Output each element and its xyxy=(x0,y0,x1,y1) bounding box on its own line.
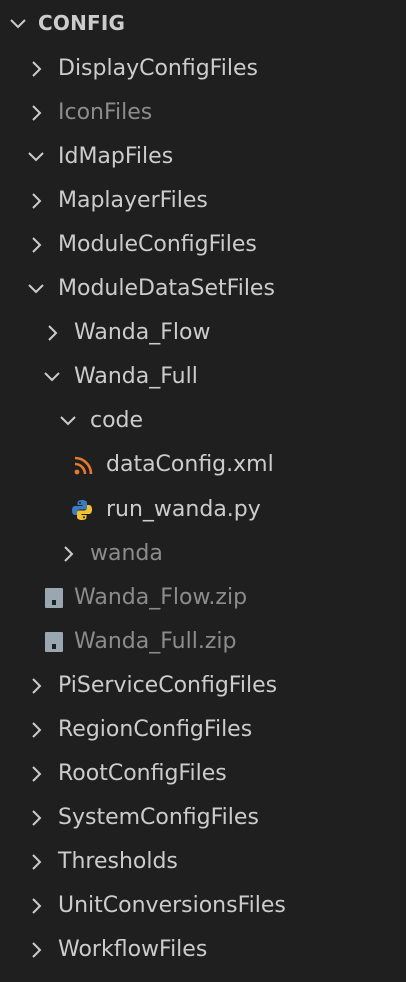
tree-item-label: UnitConversionsFiles xyxy=(58,893,286,918)
tree-item-label: ModuleConfigFiles xyxy=(58,232,257,257)
tree-item-idmapfiles[interactable]: IdMapFiles xyxy=(0,135,406,179)
python-icon xyxy=(70,498,94,522)
tree-item-label: RegionConfigFiles xyxy=(58,717,253,742)
tree-item-systemconfigfiles[interactable]: SystemConfigFiles xyxy=(0,796,406,840)
tree-item-rootconfigfiles[interactable]: RootConfigFiles xyxy=(0,752,406,796)
tree-item-wanda[interactable]: wanda xyxy=(0,532,406,576)
tree-item-wanda-flow-zip[interactable]: Wanda_Flow.zip xyxy=(0,576,406,620)
tree-item-label: RootConfigFiles xyxy=(58,761,227,786)
tree-item-label: Wanda_Flow.zip xyxy=(74,585,248,610)
tree-item-regionconfigfiles[interactable]: RegionConfigFiles xyxy=(0,708,406,752)
tree-item-moduleconfigfiles[interactable]: ModuleConfigFiles xyxy=(0,223,406,267)
zip-archive-icon xyxy=(42,586,66,610)
chevron-down-icon[interactable] xyxy=(56,409,80,433)
chevron-right-icon[interactable] xyxy=(24,850,48,874)
tree-item-label: DisplayConfigFiles xyxy=(58,56,258,81)
chevron-right-icon[interactable] xyxy=(24,674,48,698)
chevron-right-icon[interactable] xyxy=(24,762,48,786)
chevron-right-icon[interactable] xyxy=(24,806,48,830)
rss-feed-icon xyxy=(72,453,96,477)
chevron-right-icon[interactable] xyxy=(56,542,80,566)
tree-item-label: wanda xyxy=(90,541,163,566)
chevron-right-icon[interactable] xyxy=(24,233,48,257)
tree-item-maplayerfiles[interactable]: MaplayerFiles xyxy=(0,179,406,223)
tree-item-label: Wanda_Full xyxy=(74,364,198,389)
tree-item-code[interactable]: code xyxy=(0,399,406,443)
tree-item-label: Thresholds xyxy=(58,849,178,874)
tree-item-label: IconFiles xyxy=(58,100,153,125)
tree-item-label: PiServiceConfigFiles xyxy=(58,673,278,698)
chevron-right-icon[interactable] xyxy=(24,894,48,918)
tree-item-label: run_wanda.py xyxy=(106,497,261,522)
tree-item-label: SystemConfigFiles xyxy=(58,805,259,830)
tree-item-moduledatasetfiles[interactable]: ModuleDataSetFiles xyxy=(0,267,406,311)
tree-item-label: Wanda_Full.zip xyxy=(74,629,237,654)
tree-item-wanda-flow[interactable]: Wanda_Flow xyxy=(0,311,406,355)
tree-item-label: IdMapFiles xyxy=(58,144,174,169)
tree-item-unitconversionsfiles[interactable]: UnitConversionsFiles xyxy=(0,884,406,928)
tree-item-wanda-full[interactable]: Wanda_Full xyxy=(0,355,406,399)
chevron-right-icon[interactable] xyxy=(24,189,48,213)
tree-item-label: WorkflowFiles xyxy=(58,937,208,962)
tree-item-run-wanda-py[interactable]: run_wanda.py xyxy=(0,488,406,532)
tree-item-label: MaplayerFiles xyxy=(58,188,208,213)
tree-item-label: Wanda_Flow xyxy=(74,320,211,345)
tree-item-thresholds[interactable]: Thresholds xyxy=(0,840,406,884)
chevron-right-icon[interactable] xyxy=(24,718,48,742)
tree-item-label: code xyxy=(90,408,144,433)
tree-item-displayconfigfiles[interactable]: DisplayConfigFiles xyxy=(0,47,406,91)
tree-item-wanda-full-zip[interactable]: Wanda_Full.zip xyxy=(0,620,406,664)
chevron-right-icon[interactable] xyxy=(24,101,48,125)
tree-item-label: ModuleDataSetFiles xyxy=(58,276,275,301)
explorer-root-header[interactable]: CONFIG xyxy=(0,0,406,48)
chevron-down-icon[interactable] xyxy=(6,12,30,36)
tree-item-iconfiles[interactable]: IconFiles xyxy=(0,91,406,135)
tree-item-piserviceconfigfiles[interactable]: PiServiceConfigFiles xyxy=(0,664,406,708)
zip-archive-icon xyxy=(42,630,66,654)
explorer-root-title: CONFIG xyxy=(38,11,126,35)
tree-item-workflowfiles[interactable]: WorkflowFiles xyxy=(0,928,406,972)
chevron-down-icon[interactable] xyxy=(24,145,48,169)
tree-item-dataconfig-xml[interactable]: dataConfig.xml xyxy=(0,443,406,487)
chevron-down-icon[interactable] xyxy=(24,277,48,301)
chevron-right-icon[interactable] xyxy=(24,938,48,962)
chevron-right-icon[interactable] xyxy=(24,57,48,81)
tree-item-label: dataConfig.xml xyxy=(106,452,274,477)
chevron-right-icon[interactable] xyxy=(40,321,64,345)
explorer-panel: CONFIG DisplayConfigFiles IconFiles IdMa… xyxy=(0,0,406,982)
chevron-down-icon[interactable] xyxy=(40,365,64,389)
